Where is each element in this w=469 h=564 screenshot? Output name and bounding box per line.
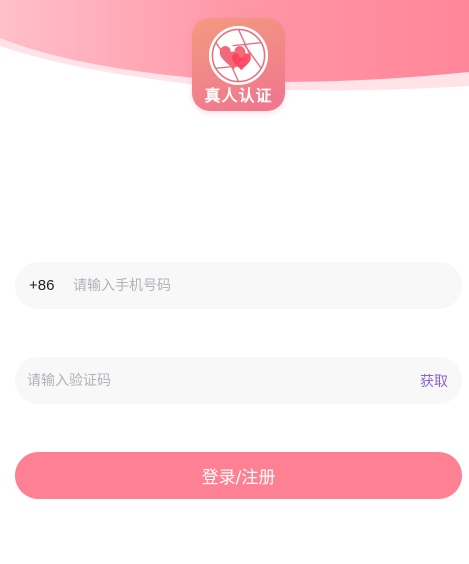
login-register-button[interactable]: 登录/注册 bbox=[15, 452, 462, 499]
phone-field[interactable]: +86 bbox=[15, 262, 462, 309]
verification-code-input[interactable] bbox=[27, 357, 420, 404]
logo-text: 真人认证 bbox=[204, 86, 273, 105]
heart-aperture-icon bbox=[208, 25, 269, 86]
app-logo: 真人认证 bbox=[192, 18, 285, 111]
phone-input[interactable] bbox=[73, 262, 462, 309]
country-code[interactable]: +86 bbox=[29, 277, 71, 294]
verification-code-field[interactable]: 获取 bbox=[15, 357, 462, 404]
get-code-button[interactable]: 获取 bbox=[420, 371, 448, 391]
